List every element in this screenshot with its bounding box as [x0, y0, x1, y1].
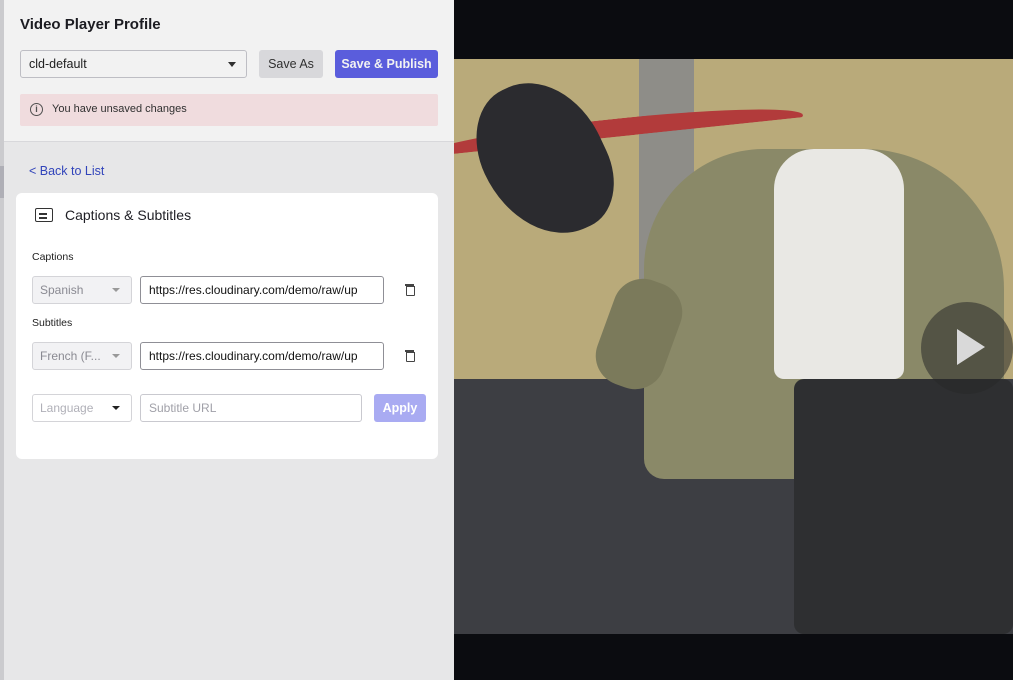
play-icon[interactable]: [921, 302, 1013, 394]
chevron-down-icon: [112, 406, 120, 410]
captions-language-value: Spanish: [40, 283, 84, 297]
captions-icon: [35, 208, 53, 222]
person-shirt: [774, 149, 904, 379]
new-language-select[interactable]: Language: [32, 394, 132, 422]
trash-icon[interactable]: [405, 284, 415, 296]
captions-url-input[interactable]: https://res.cloudinary.com/demo/raw/up: [140, 276, 384, 304]
captions-subtitles-card: Captions & Subtitles Captions Spanish ht…: [16, 193, 438, 459]
captions-language-select[interactable]: Spanish: [32, 276, 132, 304]
subtitles-label: Subtitles: [32, 317, 73, 329]
trash-icon[interactable]: [405, 350, 415, 362]
captions-label: Captions: [32, 251, 74, 263]
card-title: Captions & Subtitles: [65, 207, 192, 223]
subtitles-language-select[interactable]: French (F...: [32, 342, 132, 370]
person-pants: [794, 379, 1013, 634]
chevron-down-icon: [112, 354, 120, 358]
subtitle-url-input[interactable]: Subtitle URL: [140, 394, 362, 422]
subtitles-url-input[interactable]: https://res.cloudinary.com/demo/raw/up: [140, 342, 384, 370]
new-language-placeholder: Language: [40, 401, 94, 415]
apply-button[interactable]: Apply: [374, 394, 426, 422]
chevron-down-icon: [112, 288, 120, 292]
video-player[interactable]: [454, 0, 1013, 680]
subtitles-language-value: French (F...: [40, 349, 101, 363]
